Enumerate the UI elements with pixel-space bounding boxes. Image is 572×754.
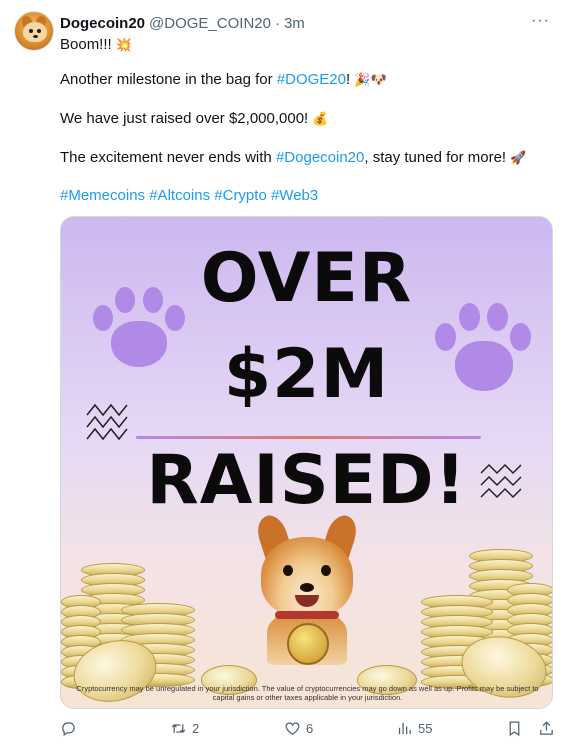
hashtag-line: #Memecoins #Altcoins #Crypto #Web3 <box>60 186 318 206</box>
share-button[interactable] <box>538 720 555 737</box>
like-button[interactable]: 6 <box>284 720 313 737</box>
hashtag-altcoins[interactable]: #Altcoins <box>149 187 210 204</box>
party-emoji: 🎉 <box>354 72 371 88</box>
bookmark-button[interactable] <box>506 720 523 737</box>
headline-raised: RAISED! <box>146 441 467 520</box>
more-icon[interactable]: ··· <box>531 12 550 30</box>
hashtag-web3[interactable]: #Web3 <box>271 187 318 204</box>
reply-button[interactable] <box>60 720 82 737</box>
author-name[interactable]: Dogecoin20 <box>60 15 145 32</box>
hashtag-doge20[interactable]: #DOGE20 <box>277 71 346 88</box>
shiba-mascot <box>251 511 363 665</box>
headline-over: OVER <box>200 239 413 318</box>
tweet[interactable]: Dogecoin20 @DOGE_COIN20 · 3m ··· Boom!!!… <box>0 0 572 754</box>
action-bar: 2 6 55 <box>60 718 553 742</box>
rocket-emoji: 🚀 <box>510 150 527 166</box>
tweet-line-2: Another milestone in the bag for #DOGE20… <box>60 70 387 90</box>
retweet-button[interactable]: 2 <box>170 720 199 737</box>
views-button[interactable]: 55 <box>396 720 432 737</box>
like-icon <box>285 722 300 735</box>
money-bag-emoji: 💰 <box>312 111 329 127</box>
like-count: 6 <box>306 721 314 736</box>
gold-coin <box>287 623 329 665</box>
tweet-line-1: Boom!!! 💥 <box>60 35 132 55</box>
reply-icon <box>62 722 75 737</box>
tweet-line-4: The excitement never ends with #Dogecoin… <box>60 148 526 168</box>
disclaimer-text: Cryptocurrency may be unregulated in you… <box>76 684 539 702</box>
tweet-line-3: We have just raised over $2,000,000! 💰 <box>60 109 329 129</box>
headline-divider <box>136 436 481 439</box>
tweet-header: Dogecoin20 @DOGE_COIN20 · 3m <box>60 13 305 33</box>
separator: · <box>274 14 280 32</box>
retweet-icon <box>171 724 186 733</box>
author-handle[interactable]: @DOGE_COIN20 <box>149 15 271 32</box>
timestamp[interactable]: 3m <box>284 15 305 32</box>
share-icon <box>540 721 553 735</box>
avatar[interactable] <box>14 11 54 51</box>
hashtag-memecoins[interactable]: #Memecoins <box>60 187 145 204</box>
views-count: 55 <box>418 721 433 736</box>
dog-emoji: 🐶 <box>370 72 387 88</box>
explosion-emoji: 💥 <box>115 37 133 53</box>
bookmark-icon <box>509 721 520 737</box>
tweet-image[interactable]: OVER $2M RAISED! Cryptocurrency may be u… <box>60 216 553 709</box>
views-icon <box>398 722 411 735</box>
headline-amount: $2M <box>223 335 390 414</box>
hashtag-dogecoin20[interactable]: #Dogecoin20 <box>276 149 364 166</box>
retweet-count: 2 <box>192 721 200 736</box>
hashtag-crypto[interactable]: #Crypto <box>214 187 267 204</box>
